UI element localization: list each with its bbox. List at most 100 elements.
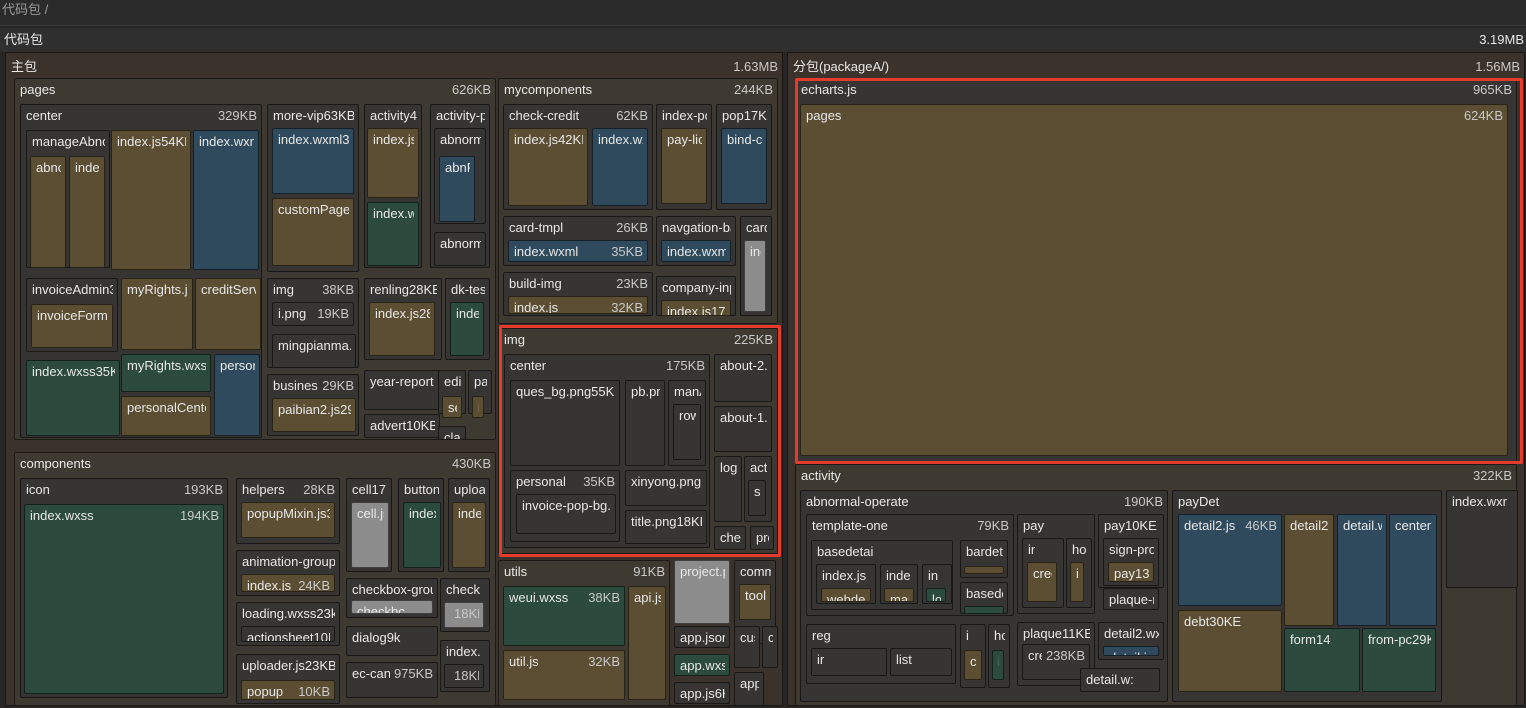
tree-node[interactable]: i.png 19KB: [272, 302, 354, 326]
tree-node[interactable]: dialog9k: [346, 626, 438, 656]
tree-node[interactable]: ir: [811, 648, 887, 676]
tree-node[interactable]: row: [673, 404, 701, 460]
tree-node[interactable]: paibian2.js29K: [272, 398, 356, 432]
tree-node[interactable]: project.p: [674, 560, 730, 624]
tree-node[interactable]: from-pc29K: [1362, 628, 1436, 692]
tree-node[interactable]: actionsheet10K: [241, 626, 335, 642]
tree-node[interactable]: invoice-pop-bg.p: [516, 494, 616, 534]
tree-node[interactable]: index.js: [367, 128, 419, 198]
tree-node[interactable]: abnPa: [439, 156, 475, 222]
tree-node[interactable]: inde:: [450, 302, 484, 356]
tree-node[interactable]: app.js6KE: [674, 682, 730, 704]
tree-node[interactable]: index.js17K: [661, 300, 731, 316]
tree-node[interactable]: index.js28: [369, 302, 435, 356]
tree-node[interactable]: app.json7: [674, 626, 730, 648]
tree-node[interactable]: index.js54KB: [111, 130, 191, 270]
tree-node[interactable]: index.wxm: [193, 130, 259, 270]
tree-node[interactable]: util.js 32KB: [503, 650, 625, 700]
tree-node[interactable]: pro: [750, 526, 774, 550]
tree-node[interactable]: webde: [821, 588, 871, 602]
tree-node[interactable]: se: [442, 396, 462, 418]
tree-node[interactable]: index.wxss35KB: [26, 360, 120, 436]
tree-node[interactable]: abno: [30, 156, 66, 268]
tree-node[interactable]: detail.wxss2: [1337, 514, 1387, 626]
tree-node[interactable]: detail.w:: [1080, 668, 1160, 692]
tree-node[interactable]: index: [1070, 562, 1084, 602]
tree-node[interactable]: tool.j: [739, 584, 771, 620]
tree-node[interactable]: pb.pn: [625, 380, 665, 466]
tree-node[interactable]: ind: [992, 650, 1004, 680]
tree-node[interactable]: customPage.j: [272, 198, 354, 266]
tree-node[interactable]: ec-canvas975KB: [346, 662, 438, 698]
tree-node[interactable]: index.wx: [592, 128, 648, 206]
tree-node[interactable]: credit-pk3: [1027, 562, 1057, 602]
tree-node[interactable]: detail2.wxss: [1284, 514, 1334, 626]
tree-node[interactable]: cus: [734, 626, 760, 668]
tree-node[interactable]: debt30KE: [1178, 610, 1282, 692]
tree-node[interactable]: cu: [762, 626, 778, 668]
tree-node[interactable]: abnorm: [434, 232, 486, 266]
tree-node[interactable]: mingpianma.p: [272, 334, 356, 368]
tree-node[interactable]: popup 10KB: [241, 680, 335, 700]
tree-node[interactable]: personalCenter: [121, 396, 211, 436]
tree-node[interactable]: index.js 32KB: [508, 296, 648, 314]
tree-node[interactable]: form14: [1284, 628, 1360, 692]
tree-node[interactable]: list: [890, 648, 952, 676]
tree-node[interactable]: index.wxml 35KB: [508, 240, 648, 262]
tree-node[interactable]: index: [69, 156, 105, 268]
tree-node[interactable]: uploader18KB: [444, 664, 484, 688]
tree-node[interactable]: checkbc: [351, 600, 433, 614]
tree-node-label: ir: [817, 652, 825, 667]
tree-node[interactable]: credit-risk4: [964, 650, 982, 680]
tree-node[interactable]: index.js 24KB: [241, 574, 335, 592]
tree-node[interactable]: person: [214, 354, 260, 436]
tree-node[interactable]: year-report: [364, 370, 442, 410]
tree-node[interactable]: loading18KB: [444, 602, 484, 628]
tree-node-label-row: managdet: [970, 610, 999, 613]
tree-node[interactable]: myRights.js: [121, 278, 193, 350]
tree-node[interactable]: title.png18KB: [625, 510, 707, 544]
tree-node[interactable]: clai: [438, 426, 466, 440]
tree-node[interactable]: center32KB: [1389, 514, 1437, 626]
tree-node[interactable]: index.wxm: [661, 240, 731, 262]
tree-node[interactable]: cell.js: [351, 502, 389, 568]
tree-node[interactable]: myRights.wxss1: [121, 354, 211, 392]
tree-node[interactable]: app.wxss: [674, 654, 730, 676]
tree-node[interactable]: pay-lic: [661, 128, 707, 204]
tree-node[interactable]: inc: [744, 240, 766, 312]
tree-node[interactable]: index.wxr: [1446, 490, 1518, 588]
tree-node[interactable]: api.js: [628, 586, 666, 700]
tree-node[interactable]: man: [884, 588, 914, 602]
tree-node[interactable]: xinyong.png1: [625, 470, 707, 506]
tree-node[interactable]: index: [403, 502, 441, 568]
tree-node[interactable]: pages 624KB: [800, 104, 1508, 456]
tree-node-label-row: paibian2.js29K: [278, 402, 351, 418]
tree-node[interactable]: ques_bg.png55KB: [510, 380, 620, 466]
tree-node[interactable]: s: [748, 480, 766, 516]
tree-node[interactable]: index.wxml32: [272, 128, 354, 194]
tree-node[interactable]: advert10KB: [364, 414, 440, 438]
tree-node[interactable]: detail2.js 46KB: [1178, 514, 1282, 606]
tree-node[interactable]: creditServ: [195, 278, 261, 350]
tree-node[interactable]: login15: [926, 588, 946, 602]
tree-node[interactable]: detail.js: [1103, 646, 1159, 656]
tree-node-label-row: index.js: [822, 568, 871, 584]
tree-node[interactable]: app: [734, 672, 764, 706]
tree-node[interactable]: about-2.p: [714, 354, 772, 402]
tree-node[interactable]: weui.wxss 38KB: [503, 586, 625, 646]
tree-node[interactable]: chec: [714, 526, 746, 550]
tree-node[interactable]: template-two63KB: [964, 566, 1004, 574]
tree-node[interactable]: index.wxss 194KB: [24, 504, 224, 694]
tree-node[interactable]: pay13K: [1108, 562, 1154, 582]
tree-node[interactable]: index.js42KB: [508, 128, 588, 206]
tree-node[interactable]: about-1.p: [714, 406, 772, 452]
tree-node[interactable]: bind-c: [721, 128, 767, 204]
tree-node[interactable]: index.wx: [367, 202, 419, 266]
tree-node[interactable]: ir: [472, 396, 484, 418]
tree-node[interactable]: managdet: [964, 606, 1004, 614]
tree-node[interactable]: inde: [452, 502, 486, 568]
tree-node[interactable]: logo: [714, 456, 742, 522]
tree-node[interactable]: invoiceForm.j: [31, 304, 113, 348]
tree-node[interactable]: plaque-rene: [1103, 588, 1159, 610]
tree-node[interactable]: popupMixin.js33: [241, 502, 335, 538]
